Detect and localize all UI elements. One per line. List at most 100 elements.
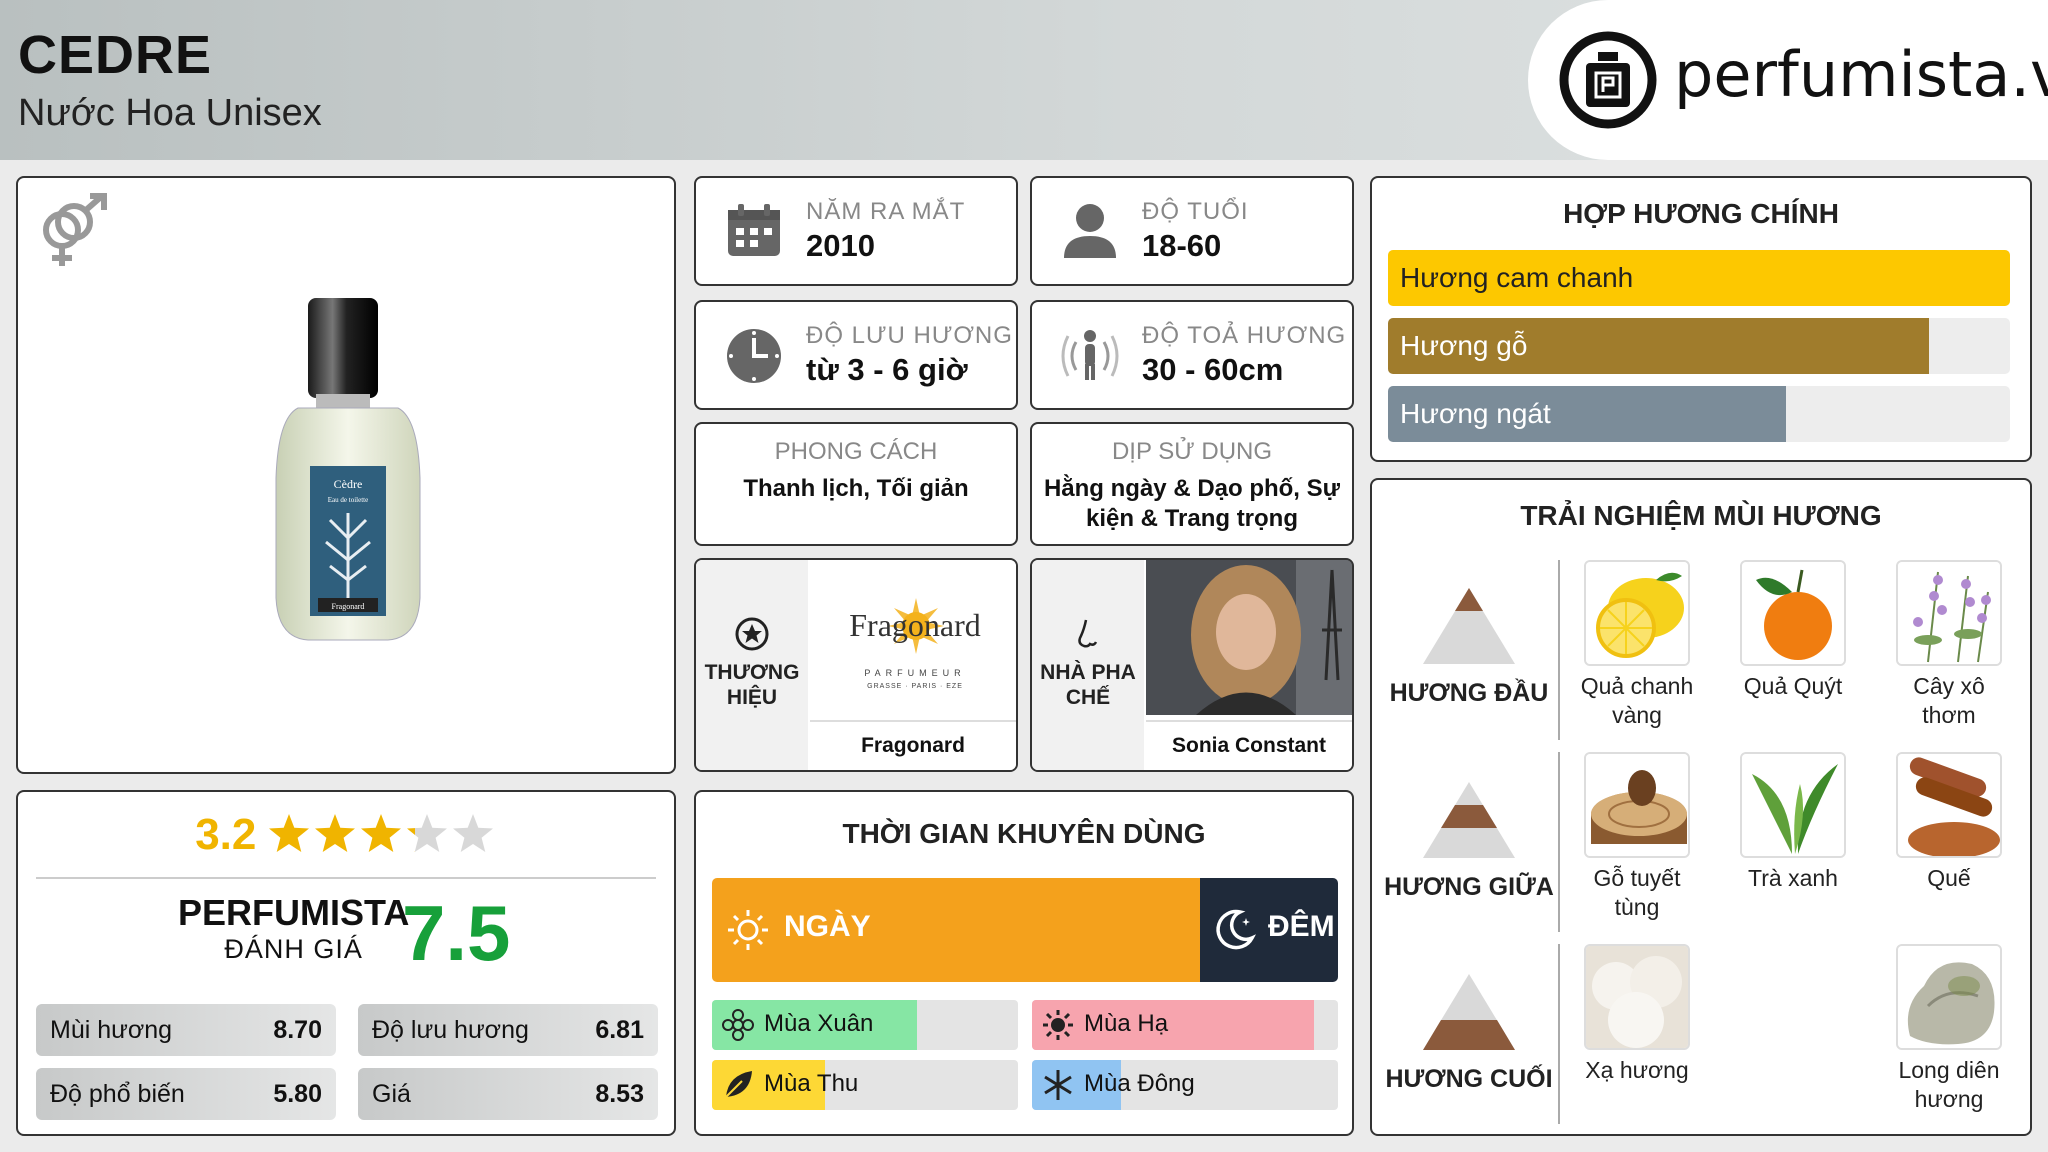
note-item[interactable]: Cây xô thơm (1884, 560, 2014, 730)
metric-label: Độ phổ biến (50, 1079, 185, 1108)
flower-icon (722, 1009, 754, 1041)
product-image-card: Cèdre Eau de toilette Fragonard (16, 176, 676, 774)
main-accords-card: HỢP HƯƠNG CHÍNH Hương cam chanh Hương gỗ… (1370, 176, 2032, 462)
rating-stars[interactable] (267, 812, 497, 858)
rating-star[interactable] (406, 814, 447, 852)
perfume-bottle-image: Cèdre Eau de toilette Fragonard (275, 298, 421, 641)
info-longevity-card: ĐỘ LƯU HƯƠNG từ 3 - 6 giờ (694, 300, 1018, 410)
note-item[interactable]: Long diên hương (1884, 944, 2014, 1114)
sillage-value: 30 - 60cm (1142, 352, 1284, 387)
rating-star[interactable] (314, 814, 355, 852)
season-label: Mùa Thu (764, 1070, 859, 1097)
brand-name[interactable]: Fragonard (810, 720, 1016, 770)
accords-title: HỢP HƯƠNG CHÍNH (1563, 198, 1839, 229)
note-label: Gỗ tuyết tùng (1593, 865, 1681, 920)
perfumista-score: 7.5 (402, 889, 511, 977)
rating-star[interactable] (452, 814, 493, 852)
season-summer: Mùa Hạ (1032, 1000, 1338, 1050)
note-label: Long diên hương (1898, 1057, 2000, 1112)
rating-star[interactable] (360, 814, 401, 852)
year-value: 2010 (806, 228, 875, 263)
time-title: THỜI GIAN KHUYÊN DÙNG (842, 818, 1206, 849)
note-label: Quả chanh vàng (1580, 673, 1694, 728)
metric-label: Giá (372, 1079, 411, 1108)
star-badge-icon (735, 617, 769, 651)
tier-top: HƯƠNG ĐẦU (1384, 586, 1554, 708)
bottle-brand: Fragonard (332, 602, 365, 611)
metric-value: 8.53 (595, 1079, 644, 1108)
info-year-card: NĂM RA MẮT 2010 (694, 176, 1018, 286)
perfumista-rating-label: PERFUMISTA ĐÁNH GIÁ (178, 892, 409, 965)
mandarin-image (1740, 560, 1846, 666)
note-item[interactable]: Trà xanh (1728, 752, 1858, 893)
day-label: NGÀY (784, 910, 871, 943)
season-label: Mùa Đông (1084, 1070, 1195, 1097)
calendar-icon (728, 204, 780, 256)
metric-value: 6.81 (595, 1015, 644, 1044)
note-item[interactable]: Gỗ tuyết tùng (1572, 752, 1702, 922)
note-item[interactable]: Quả chanh vàng (1572, 560, 1702, 730)
occasion-value: Hằng ngày & Dạo phố, Sự kiện & Trang trọ… (1043, 475, 1341, 532)
perfumer-name[interactable]: Sonia Constant (1146, 720, 1352, 770)
accord-aromatic: Hương ngát (1388, 386, 2010, 442)
bottle-sublabel: Eau de toilette (328, 496, 368, 504)
note-item[interactable]: Quế (1884, 752, 2014, 893)
brand-card[interactable]: THƯƠNG HIỆU Fragonard PARFUMEUR GRASSE ·… (694, 558, 1018, 772)
product-name: CEDRE (18, 25, 213, 85)
perfumer-card[interactable]: NHÀ PHA CHẾ Sonia Constant (1030, 558, 1354, 772)
metric-value: 8.70 (273, 1015, 322, 1044)
metric-longevity: Độ lưu hương 6.81 (358, 1004, 658, 1056)
recommended-time-card: THỜI GIAN KHUYÊN DÙNG NGÀY ĐÊM Mùa Xuân … (694, 790, 1354, 1136)
note-label: Quả Quýt (1743, 673, 1843, 699)
notes-title: TRẢI NGHIỆM MÙI HƯƠNG (1520, 500, 1882, 531)
note-label: Cây xô thơm (1913, 673, 1985, 728)
perfume-bottle-logo-icon (1559, 31, 1657, 129)
night-label: ĐÊM (1268, 910, 1335, 943)
brand-logo-text: Fragonard (849, 607, 981, 643)
clary-sage-image (1896, 560, 2002, 666)
pyramid-top-icon (1423, 588, 1515, 664)
brand-logo-image: Fragonard PARFUMEUR GRASSE · PARIS · EZE (810, 560, 1016, 715)
pyramid-base-icon (1423, 974, 1515, 1050)
lemon-image (1584, 560, 1690, 666)
longevity-label: ĐỘ LƯU HƯƠNG (806, 322, 1013, 349)
brand-label-panel: THƯƠNG HIỆU (696, 560, 808, 770)
day-bar: NGÀY (712, 878, 1200, 982)
sillage-icon (1061, 330, 1119, 380)
occasion-label: DỊP SỬ DỤNG (1111, 438, 1273, 465)
perfumista-label: PERFUMISTA (178, 892, 410, 933)
note-item[interactable]: Xạ hương (1572, 944, 1702, 1085)
accord-label: Hương ngát (1400, 398, 1551, 429)
cedarwood-image (1584, 752, 1690, 858)
accord-citrus: Hương cam chanh (1388, 250, 2010, 306)
scent-experience-card: TRẢI NGHIỆM MÙI HƯƠNG HƯƠNG ĐẦU Quả chan… (1370, 478, 2032, 1136)
metric-label: Mùi hương (50, 1015, 173, 1044)
season-spring: Mùa Xuân (712, 1000, 1018, 1050)
tier-middle: HƯƠNG GIỮA (1384, 780, 1554, 902)
sun-icon (1043, 1010, 1073, 1040)
pyramid-middle-icon (1423, 782, 1515, 858)
longevity-value: từ 3 - 6 giờ (806, 352, 968, 387)
metric-popularity: Độ phổ biến 5.80 (36, 1068, 336, 1120)
site-logo[interactable]: perfumista.vn (1528, 0, 2048, 160)
note-label: Xạ hương (1585, 1057, 1689, 1083)
bottle-label: Cèdre (334, 477, 363, 491)
info-style-card: PHONG CÁCH Thanh lịch, Tối giản (694, 422, 1018, 546)
note-item[interactable]: Quả Quýt (1728, 560, 1858, 701)
season-fill (1032, 1000, 1314, 1050)
season-label: Mùa Hạ (1084, 1010, 1169, 1037)
green-tea-image (1740, 752, 1846, 858)
style-value: Thanh lịch, Tối giản (743, 475, 969, 502)
divider (1558, 752, 1560, 932)
brand-label: THƯƠNG HIỆU (704, 661, 800, 709)
rating-card: 3.2 PERFUMISTA ĐÁNH GIÁ 7.5 Mùi hương 8.… (16, 790, 676, 1136)
note-label: Quế (1927, 865, 1971, 891)
rating-star[interactable] (268, 814, 309, 852)
divider (1558, 560, 1560, 740)
divider (1558, 944, 1560, 1124)
sun-outline-icon (728, 910, 768, 950)
divider (36, 877, 656, 879)
cinnamon-image (1896, 752, 2002, 858)
brand-logo-sub: PARFUMEUR (864, 668, 965, 678)
season-autumn: Mùa Thu (712, 1060, 1018, 1110)
